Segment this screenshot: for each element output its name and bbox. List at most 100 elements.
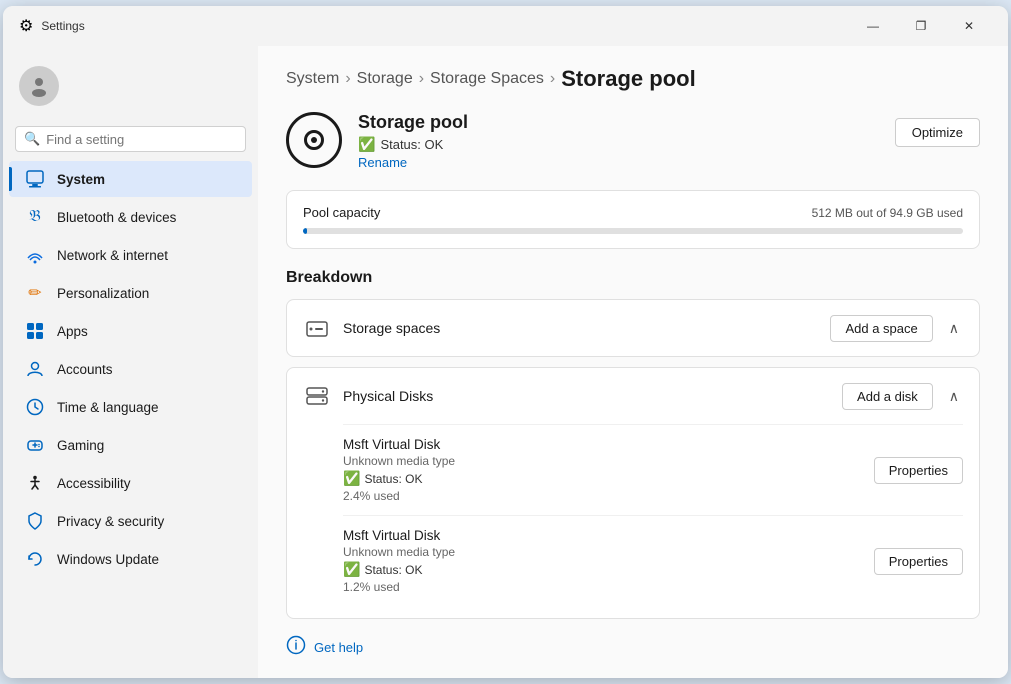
apps-icon [25, 321, 45, 341]
pool-icon-dot [311, 137, 317, 143]
breadcrumb-storage[interactable]: Storage [357, 70, 413, 88]
sidebar-item-accessibility[interactable]: Accessibility [9, 465, 252, 501]
get-help-link[interactable]: Get help [314, 640, 363, 655]
disk-name-2: Msft Virtual Disk [343, 528, 874, 543]
search-icon: 🔍 [24, 131, 40, 147]
sidebar-item-privacy[interactable]: Privacy & security [9, 503, 252, 539]
storage-spaces-label: Storage spaces [343, 320, 818, 336]
sidebar: 🔍 System 𝔅 Bluetooth & devices [3, 46, 258, 678]
capacity-progress-bar [303, 228, 963, 234]
search-input[interactable] [46, 132, 237, 147]
disk-list: Msft Virtual Disk Unknown media type ✅ S… [287, 424, 979, 618]
help-icon [286, 635, 306, 660]
sidebar-item-gaming[interactable]: Gaming [9, 427, 252, 463]
disk-usage-1: 2.4% used [343, 489, 874, 503]
sidebar-label-accessibility: Accessibility [57, 476, 131, 491]
disk-item-2: Msft Virtual Disk Unknown media type ✅ S… [343, 515, 963, 606]
sidebar-item-bluetooth[interactable]: 𝔅 Bluetooth & devices [9, 199, 252, 235]
network-icon [25, 245, 45, 265]
sidebar-item-personalization[interactable]: ✏ Personalization [9, 275, 252, 311]
status-ok-icon: ✅ [358, 136, 375, 153]
disk-status-ok-icon-2: ✅ [343, 561, 360, 578]
help-row: Get help [286, 635, 980, 660]
sidebar-item-time[interactable]: Time & language [9, 389, 252, 425]
breadcrumb-current: Storage pool [561, 66, 695, 92]
minimize-button[interactable]: — [850, 10, 896, 42]
sidebar-label-personalization: Personalization [57, 286, 149, 301]
capacity-card: Pool capacity 512 MB out of 94.9 GB used [286, 190, 980, 249]
disk-media-1: Unknown media type [343, 454, 874, 468]
disk-info-1: Msft Virtual Disk Unknown media type ✅ S… [343, 437, 874, 503]
disk-item-1: Msft Virtual Disk Unknown media type ✅ S… [343, 424, 963, 515]
pool-icon-inner [304, 130, 324, 150]
bluetooth-icon: 𝔅 [25, 207, 45, 227]
update-icon [25, 549, 45, 569]
sidebar-item-accounts[interactable]: Accounts [9, 351, 252, 387]
disk-status-ok-icon-1: ✅ [343, 470, 360, 487]
capacity-label: Pool capacity [303, 205, 380, 220]
privacy-icon [25, 511, 45, 531]
physical-disks-card: Physical Disks Add a disk ∧ Msft Virtual… [286, 367, 980, 619]
status-line: ✅ Status: OK [358, 136, 895, 153]
breadcrumb-spaces[interactable]: Storage Spaces [430, 70, 544, 88]
breadcrumb-sep-1: › [345, 70, 350, 88]
disk-info-2: Msft Virtual Disk Unknown media type ✅ S… [343, 528, 874, 594]
disk-status-text-1: Status: OK [364, 472, 422, 486]
titlebar: ⚙ Settings — ❐ ✕ [3, 6, 1008, 46]
sidebar-label-privacy: Privacy & security [57, 514, 164, 529]
pool-icon [286, 112, 342, 168]
page-header: Storage pool ✅ Status: OK Rename Optimiz… [286, 112, 980, 170]
rename-link[interactable]: Rename [358, 155, 407, 170]
add-disk-button[interactable]: Add a disk [842, 383, 933, 410]
maximize-button[interactable]: ❐ [898, 10, 944, 42]
disk-media-2: Unknown media type [343, 545, 874, 559]
time-icon [25, 397, 45, 417]
disk-status-2: ✅ Status: OK [343, 561, 874, 578]
sidebar-label-accounts: Accounts [57, 362, 113, 377]
sidebar-label-update: Windows Update [57, 552, 159, 567]
sidebar-label-network: Network & internet [57, 248, 168, 263]
breadcrumb: System › Storage › Storage Spaces › Stor… [286, 66, 980, 92]
physical-disks-row: Physical Disks Add a disk ∧ [287, 368, 979, 424]
system-icon [25, 169, 45, 189]
accessibility-icon [25, 473, 45, 493]
user-avatar-area [3, 54, 258, 118]
capacity-header: Pool capacity 512 MB out of 94.9 GB used [303, 205, 963, 220]
disk-usage-2: 1.2% used [343, 580, 874, 594]
gaming-icon [25, 435, 45, 455]
personalization-icon: ✏ [25, 283, 45, 303]
storage-spaces-icon [303, 314, 331, 342]
breadcrumb-sep-3: › [550, 70, 555, 88]
sidebar-item-update[interactable]: Windows Update [9, 541, 252, 577]
sidebar-item-network[interactable]: Network & internet [9, 237, 252, 273]
disk-status-text-2: Status: OK [364, 563, 422, 577]
status-text: Status: OK [380, 137, 443, 152]
breadcrumb-sep-2: › [419, 70, 424, 88]
disk-name-1: Msft Virtual Disk [343, 437, 874, 452]
disk-properties-button-1[interactable]: Properties [874, 457, 963, 484]
physical-disks-icon [303, 382, 331, 410]
sidebar-item-apps[interactable]: Apps [9, 313, 252, 349]
window-title: Settings [41, 19, 84, 33]
capacity-progress-fill [303, 228, 307, 234]
content-area: 🔍 System 𝔅 Bluetooth & devices [3, 46, 1008, 678]
storage-spaces-row: Storage spaces Add a space ∧ [287, 300, 979, 356]
physical-disks-chevron[interactable]: ∧ [945, 384, 963, 409]
close-button[interactable]: ✕ [946, 10, 992, 42]
sidebar-label-bluetooth: Bluetooth & devices [57, 210, 176, 225]
disk-properties-button-2[interactable]: Properties [874, 548, 963, 575]
main-content: System › Storage › Storage Spaces › Stor… [258, 46, 1008, 678]
page-title: Storage pool [358, 112, 895, 133]
physical-disks-label: Physical Disks [343, 388, 830, 404]
add-space-button[interactable]: Add a space [830, 315, 932, 342]
sidebar-label-time: Time & language [57, 400, 159, 415]
storage-spaces-chevron[interactable]: ∧ [945, 316, 963, 341]
search-box[interactable]: 🔍 [15, 126, 246, 152]
optimize-button[interactable]: Optimize [895, 118, 980, 147]
sidebar-item-system[interactable]: System [9, 161, 252, 197]
breakdown-title: Breakdown [286, 269, 980, 287]
disk-status-1: ✅ Status: OK [343, 470, 874, 487]
window-controls: — ❐ ✕ [850, 10, 992, 42]
breadcrumb-system[interactable]: System [286, 70, 339, 88]
accounts-icon [25, 359, 45, 379]
